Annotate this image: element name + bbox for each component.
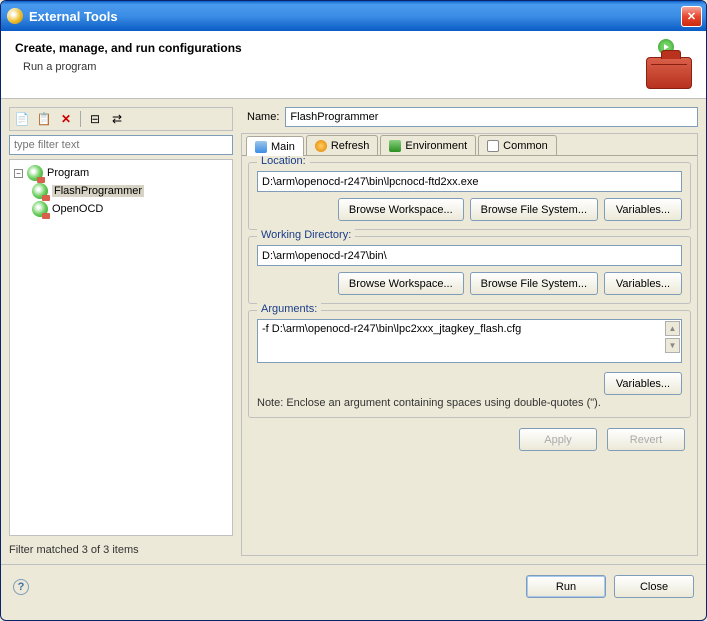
environment-tab-icon xyxy=(389,140,401,152)
tab-label: Refresh xyxy=(331,140,370,152)
variables-button[interactable]: Variables... xyxy=(604,198,682,221)
filter-status: Filter matched 3 of 3 items xyxy=(9,544,233,556)
collapse-all-icon[interactable]: ⊟ xyxy=(85,109,105,129)
working-directory-group: Working Directory: Browse Workspace... B… xyxy=(248,236,691,304)
tree-label: FlashProgrammer xyxy=(52,185,144,197)
duplicate-icon[interactable]: 📋 xyxy=(34,109,54,129)
scroll-down-icon[interactable]: ▼ xyxy=(665,338,680,353)
browse-workspace-button[interactable]: Browse Workspace... xyxy=(338,198,464,221)
app-icon xyxy=(7,8,23,24)
separator xyxy=(80,111,81,127)
common-tab-icon xyxy=(487,140,499,152)
location-group: Location: Browse Workspace... Browse Fil… xyxy=(248,162,691,230)
delete-icon[interactable]: ✕ xyxy=(56,109,76,129)
tab-label: Common xyxy=(503,140,548,152)
tab-common[interactable]: Common xyxy=(478,135,557,155)
tree-node-program[interactable]: − Program xyxy=(10,164,232,182)
tabs: Main Refresh Environment Common xyxy=(242,134,697,156)
browse-filesystem-button[interactable]: Browse File System... xyxy=(470,272,598,295)
header-subtext: Run a program xyxy=(23,61,242,73)
arguments-legend: Arguments: xyxy=(257,303,321,315)
arguments-group: Arguments: ▲ ▼ Variables... Note: Enclos… xyxy=(248,310,691,418)
header: Create, manage, and run configurations R… xyxy=(1,31,706,99)
tabs-container: Main Refresh Environment Common Location xyxy=(241,133,698,556)
name-input[interactable] xyxy=(285,107,698,127)
title-bar: External Tools ✕ xyxy=(1,1,706,31)
toolbar: 📄 📋 ✕ ⊟ ⇄ xyxy=(9,107,233,131)
config-tree: − Program FlashProgrammer OpenOCD xyxy=(9,159,233,536)
refresh-tab-icon xyxy=(315,140,327,152)
tab-label: Environment xyxy=(405,140,467,152)
main-tab-icon xyxy=(255,141,267,153)
window-title: External Tools xyxy=(29,9,681,24)
run-button[interactable]: Run xyxy=(526,575,606,598)
new-config-icon[interactable]: 📄 xyxy=(12,109,32,129)
close-button[interactable]: Close xyxy=(614,575,694,598)
program-icon xyxy=(32,183,48,199)
tab-main[interactable]: Main xyxy=(246,136,304,156)
apply-button[interactable]: Apply xyxy=(519,428,597,451)
revert-button[interactable]: Revert xyxy=(607,428,685,451)
header-heading: Create, manage, and run configurations xyxy=(15,41,242,55)
tab-refresh[interactable]: Refresh xyxy=(306,135,379,155)
header-image xyxy=(636,41,692,89)
working-directory-legend: Working Directory: xyxy=(257,229,355,241)
browse-filesystem-button[interactable]: Browse File System... xyxy=(470,198,598,221)
tree-label: Program xyxy=(47,167,89,179)
location-input[interactable] xyxy=(257,171,682,192)
working-directory-input[interactable] xyxy=(257,245,682,266)
tree-label: OpenOCD xyxy=(52,203,103,215)
filter-icon[interactable]: ⇄ xyxy=(107,109,127,129)
location-legend: Location: xyxy=(257,156,310,167)
tab-environment[interactable]: Environment xyxy=(380,135,476,155)
scroll-up-icon[interactable]: ▲ xyxy=(665,321,680,336)
arguments-input[interactable] xyxy=(257,319,682,363)
program-icon xyxy=(32,201,48,217)
program-icon xyxy=(27,165,43,181)
close-icon[interactable]: ✕ xyxy=(681,6,702,27)
filter-input[interactable] xyxy=(9,135,233,155)
tree-node-flashprogrammer[interactable]: FlashProgrammer xyxy=(10,182,232,200)
browse-workspace-button[interactable]: Browse Workspace... xyxy=(338,272,464,295)
help-icon[interactable]: ? xyxy=(13,579,29,595)
tree-node-openocd[interactable]: OpenOCD xyxy=(10,200,232,218)
variables-button[interactable]: Variables... xyxy=(604,372,682,395)
name-label: Name: xyxy=(247,111,279,123)
tab-label: Main xyxy=(271,141,295,153)
footer: ? Run Close xyxy=(1,564,706,608)
variables-button[interactable]: Variables... xyxy=(604,272,682,295)
expander-icon[interactable]: − xyxy=(14,169,23,178)
toolbox-icon xyxy=(646,57,692,89)
arguments-note: Note: Enclose an argument containing spa… xyxy=(257,397,682,409)
